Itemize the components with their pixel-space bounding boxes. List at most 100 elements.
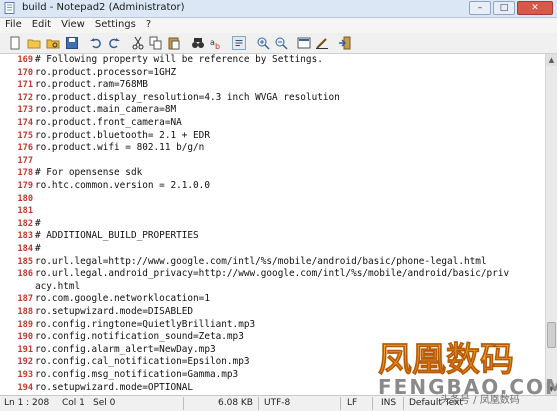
scheme-icon[interactable] bbox=[297, 36, 311, 50]
line-number: 181 bbox=[17, 206, 33, 217]
line-text: ro.htc.common.version = 2.1.0.0 bbox=[35, 180, 210, 191]
copy-icon[interactable] bbox=[149, 36, 163, 50]
line-text: ro.url.legal=http://www.google.com/intl/… bbox=[35, 255, 487, 267]
status-divider bbox=[403, 397, 404, 410]
status-insert-mode[interactable]: INS bbox=[381, 398, 396, 408]
customize-icon[interactable] bbox=[315, 36, 329, 50]
maximize-button[interactable]: □ bbox=[493, 1, 515, 15]
code-line: 170 ro.product.processor=1GHZ bbox=[0, 67, 176, 79]
line-number: 176 bbox=[17, 143, 33, 154]
svg-text:b: b bbox=[215, 42, 220, 50]
line-number: 172 bbox=[17, 92, 33, 103]
minimize-button[interactable]: – bbox=[469, 1, 491, 15]
code-line: 188 ro.setupwizard.mode=DISABLED bbox=[0, 306, 193, 318]
line-number: 191 bbox=[17, 344, 33, 355]
notepad-app-icon bbox=[4, 2, 15, 14]
line-text: ro.setupwizard.mode=OPTIONAL bbox=[35, 381, 194, 393]
code-line: 177 bbox=[0, 155, 35, 167]
line-text: # Following property will be reference b… bbox=[35, 54, 323, 65]
status-file-size: 6.08 KB bbox=[218, 398, 253, 408]
status-line-endings[interactable]: LF bbox=[347, 398, 357, 408]
code-line: 194 ro.setupwizard.mode=OPTIONAL bbox=[0, 382, 193, 394]
code-line: 187 ro.com.google.networklocation=1 bbox=[0, 293, 210, 305]
scroll-up-arrow-icon[interactable]: ▲ bbox=[546, 54, 557, 66]
watermark-logo-text: 凤凰数码 bbox=[378, 340, 514, 378]
line-number: 187 bbox=[17, 294, 33, 305]
line-text: ro.product.front_camera=NA bbox=[35, 117, 182, 128]
close-button[interactable]: ✕ bbox=[517, 1, 553, 15]
status-divider bbox=[372, 397, 373, 410]
status-divider bbox=[258, 397, 259, 410]
line-number: 170 bbox=[17, 67, 33, 78]
status-column: Col 1 bbox=[62, 398, 85, 408]
code-line: 174 ro.product.front_camera=NA bbox=[0, 117, 182, 129]
vertical-scrollbar[interactable]: ▲ ▼ bbox=[545, 54, 557, 395]
code-line: 169 # Following property will be referenc… bbox=[0, 54, 323, 66]
line-text: ro.product.bluetooth= 2.1 + EDR bbox=[35, 129, 210, 141]
code-line: 189 ro.config.ringtone=QuietlyBrilliant.m… bbox=[0, 319, 255, 331]
code-line-continuation: acy.html bbox=[0, 281, 80, 293]
line-number: 179 bbox=[17, 181, 33, 191]
line-number: 190 bbox=[17, 332, 33, 343]
line-text: ro.product.wifi = 802.11 b/g/n bbox=[35, 142, 205, 154]
line-text: ro.product.main_camera=8M bbox=[35, 104, 177, 116]
line-number: 177 bbox=[17, 155, 33, 166]
zoom-in-icon[interactable] bbox=[256, 36, 270, 50]
menu-edit[interactable]: Edit bbox=[27, 18, 56, 33]
line-number: 182 bbox=[17, 218, 33, 229]
exit-icon[interactable] bbox=[338, 36, 352, 50]
menu-view[interactable]: View bbox=[56, 18, 90, 33]
line-text: ro.config.alarm_alert=NewDay.mp3 bbox=[35, 343, 216, 355]
redo-icon[interactable] bbox=[107, 36, 121, 50]
undo-icon[interactable] bbox=[89, 36, 103, 50]
line-number: 193 bbox=[17, 370, 33, 380]
status-line-position: Ln 1 : 208 bbox=[4, 398, 50, 408]
line-text: ro.product.ram=768MB bbox=[35, 79, 148, 91]
line-text: acy.html bbox=[35, 280, 81, 292]
line-text: ro.product.display_resolution=4.3 inch W… bbox=[35, 91, 340, 103]
code-line: 180 bbox=[0, 193, 35, 205]
line-number: 192 bbox=[17, 357, 33, 368]
line-number: 171 bbox=[17, 80, 33, 91]
open-folder-icon[interactable] bbox=[27, 36, 41, 50]
find-icon[interactable] bbox=[191, 36, 205, 50]
code-line: 173 ro.product.main_camera=8M bbox=[0, 104, 176, 116]
toolbar: ab bbox=[0, 34, 557, 54]
code-line: 183 # ADDITIONAL_BUILD_PROPERTIES bbox=[0, 230, 198, 242]
line-text: ro.product.processor=1GHZ bbox=[35, 66, 177, 78]
line-number: 185 bbox=[17, 256, 33, 267]
code-line: 186 ro.url.legal.android_privacy=http://w… bbox=[0, 268, 509, 280]
paste-icon[interactable] bbox=[167, 36, 181, 50]
code-line: 171 ro.product.ram=768MB bbox=[0, 79, 148, 91]
line-text: # bbox=[35, 243, 41, 254]
menu-settings[interactable]: Settings bbox=[90, 18, 141, 33]
menu-file[interactable]: File bbox=[0, 18, 27, 33]
code-line: 191 ro.config.alarm_alert=NewDay.mp3 bbox=[0, 343, 216, 356]
zoom-out-icon[interactable] bbox=[274, 36, 288, 50]
cut-icon[interactable] bbox=[131, 36, 145, 50]
code-line: 190 ro.config.notification_sound=Zeta.mp3 bbox=[0, 331, 243, 343]
status-encoding[interactable]: UTF-8 bbox=[264, 398, 290, 408]
browse-icon[interactable] bbox=[46, 36, 60, 50]
line-text: ro.url.legal.android_privacy=http://www.… bbox=[35, 268, 510, 280]
code-line: 172 ro.product.display_resolution=4.3 inc… bbox=[0, 91, 340, 104]
code-line: 179 ro.htc.common.version = 2.1.0.0 bbox=[0, 180, 210, 192]
line-number: 174 bbox=[17, 118, 33, 128]
code-line: 185 ro.url.legal=http://www.google.com/in… bbox=[0, 255, 487, 268]
code-line: 178 # For opensense sdk bbox=[0, 167, 142, 179]
line-number: 194 bbox=[17, 382, 33, 393]
save-icon[interactable] bbox=[65, 36, 79, 50]
line-number: 186 bbox=[17, 269, 33, 280]
line-number: 169 bbox=[17, 55, 33, 65]
code-line: 184 # bbox=[0, 243, 41, 255]
replace-icon[interactable]: ab bbox=[209, 36, 223, 50]
line-text: ro.config.cal_notification=Epsilon.mp3 bbox=[35, 356, 250, 368]
new-file-icon[interactable] bbox=[8, 36, 22, 50]
line-text: ro.setupwizard.mode=DISABLED bbox=[35, 306, 194, 317]
menu-help[interactable]: ? bbox=[141, 18, 156, 33]
code-line: 175 ro.product.bluetooth= 2.1 + EDR bbox=[0, 130, 210, 142]
scrollbar-thumb[interactable] bbox=[547, 322, 556, 348]
word-wrap-icon[interactable] bbox=[232, 36, 246, 50]
status-divider bbox=[183, 397, 184, 410]
menu-bar: File Edit View Settings ? bbox=[0, 18, 557, 33]
